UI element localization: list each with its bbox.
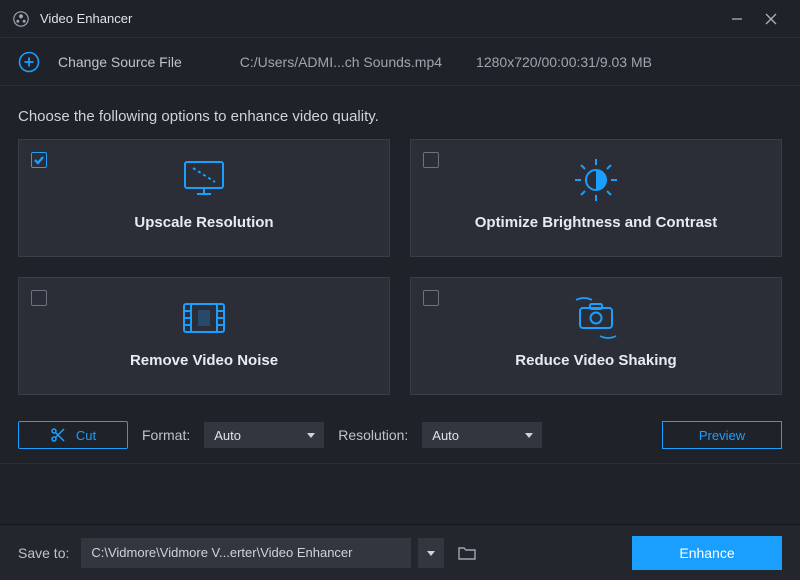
folder-icon [457,545,477,561]
cut-button[interactable]: Cut [18,421,128,449]
checkbox[interactable] [423,152,439,168]
preview-button[interactable]: Preview [662,421,782,449]
save-path-field[interactable]: C:\Vidmore\Vidmore V...erter\Video Enhan… [81,538,411,568]
card-title: Upscale Resolution [134,214,273,231]
app-title: Video Enhancer [40,11,132,26]
source-bar: Change Source File C:/Users/ADMI...ch So… [0,38,800,86]
card-reduce-shaking[interactable]: Reduce Video Shaking [410,277,782,395]
card-remove-noise[interactable]: Remove Video Noise [18,277,390,395]
format-value: Auto [214,428,241,443]
titlebar: Video Enhancer [0,0,800,38]
source-meta: 1280x720/00:00:31/9.03 MB [476,54,652,70]
resolution-label: Resolution: [338,427,408,443]
brightness-icon [571,156,621,204]
card-brightness-contrast[interactable]: Optimize Brightness and Contrast [410,139,782,257]
change-source-link[interactable]: Change Source File [58,54,182,70]
instruction-text: Choose the following options to enhance … [0,86,800,139]
enhance-button[interactable]: Enhance [632,536,782,570]
card-title: Remove Video Noise [130,352,278,369]
enhance-label: Enhance [679,545,734,561]
checkbox[interactable] [31,290,47,306]
chevron-down-icon [306,430,316,440]
enhance-options: Upscale Resolution Optimize Brightness a… [0,139,800,413]
card-title: Reduce Video Shaking [515,352,676,369]
monitor-icon [179,156,229,204]
chevron-down-icon [524,430,534,440]
checkbox[interactable] [423,290,439,306]
cut-label: Cut [76,428,96,443]
save-bar: Save to: C:\Vidmore\Vidmore V...erter\Vi… [0,524,800,580]
card-title: Optimize Brightness and Contrast [475,214,718,231]
card-upscale-resolution[interactable]: Upscale Resolution [18,139,390,257]
film-icon [178,294,230,342]
camera-shake-icon [568,294,624,342]
chevron-down-icon [426,548,436,558]
save-path-text: C:\Vidmore\Vidmore V...erter\Video Enhan… [91,545,352,560]
preview-label: Preview [699,428,745,443]
save-path-dropdown[interactable] [418,538,444,568]
app-icon [12,10,30,28]
resolution-select[interactable]: Auto [422,422,542,448]
minimize-button[interactable] [720,6,754,32]
format-select[interactable]: Auto [204,422,324,448]
browse-folder-button[interactable] [452,538,482,568]
add-icon[interactable] [18,51,40,73]
source-path: C:/Users/ADMI...ch Sounds.mp4 [240,54,442,70]
close-button[interactable] [754,6,788,32]
scissors-icon [50,427,66,443]
toolbar: Cut Format: Auto Resolution: Auto Previe… [0,413,800,464]
resolution-value: Auto [432,428,459,443]
checkbox[interactable] [31,152,47,168]
format-label: Format: [142,427,190,443]
save-to-label: Save to: [18,545,69,561]
